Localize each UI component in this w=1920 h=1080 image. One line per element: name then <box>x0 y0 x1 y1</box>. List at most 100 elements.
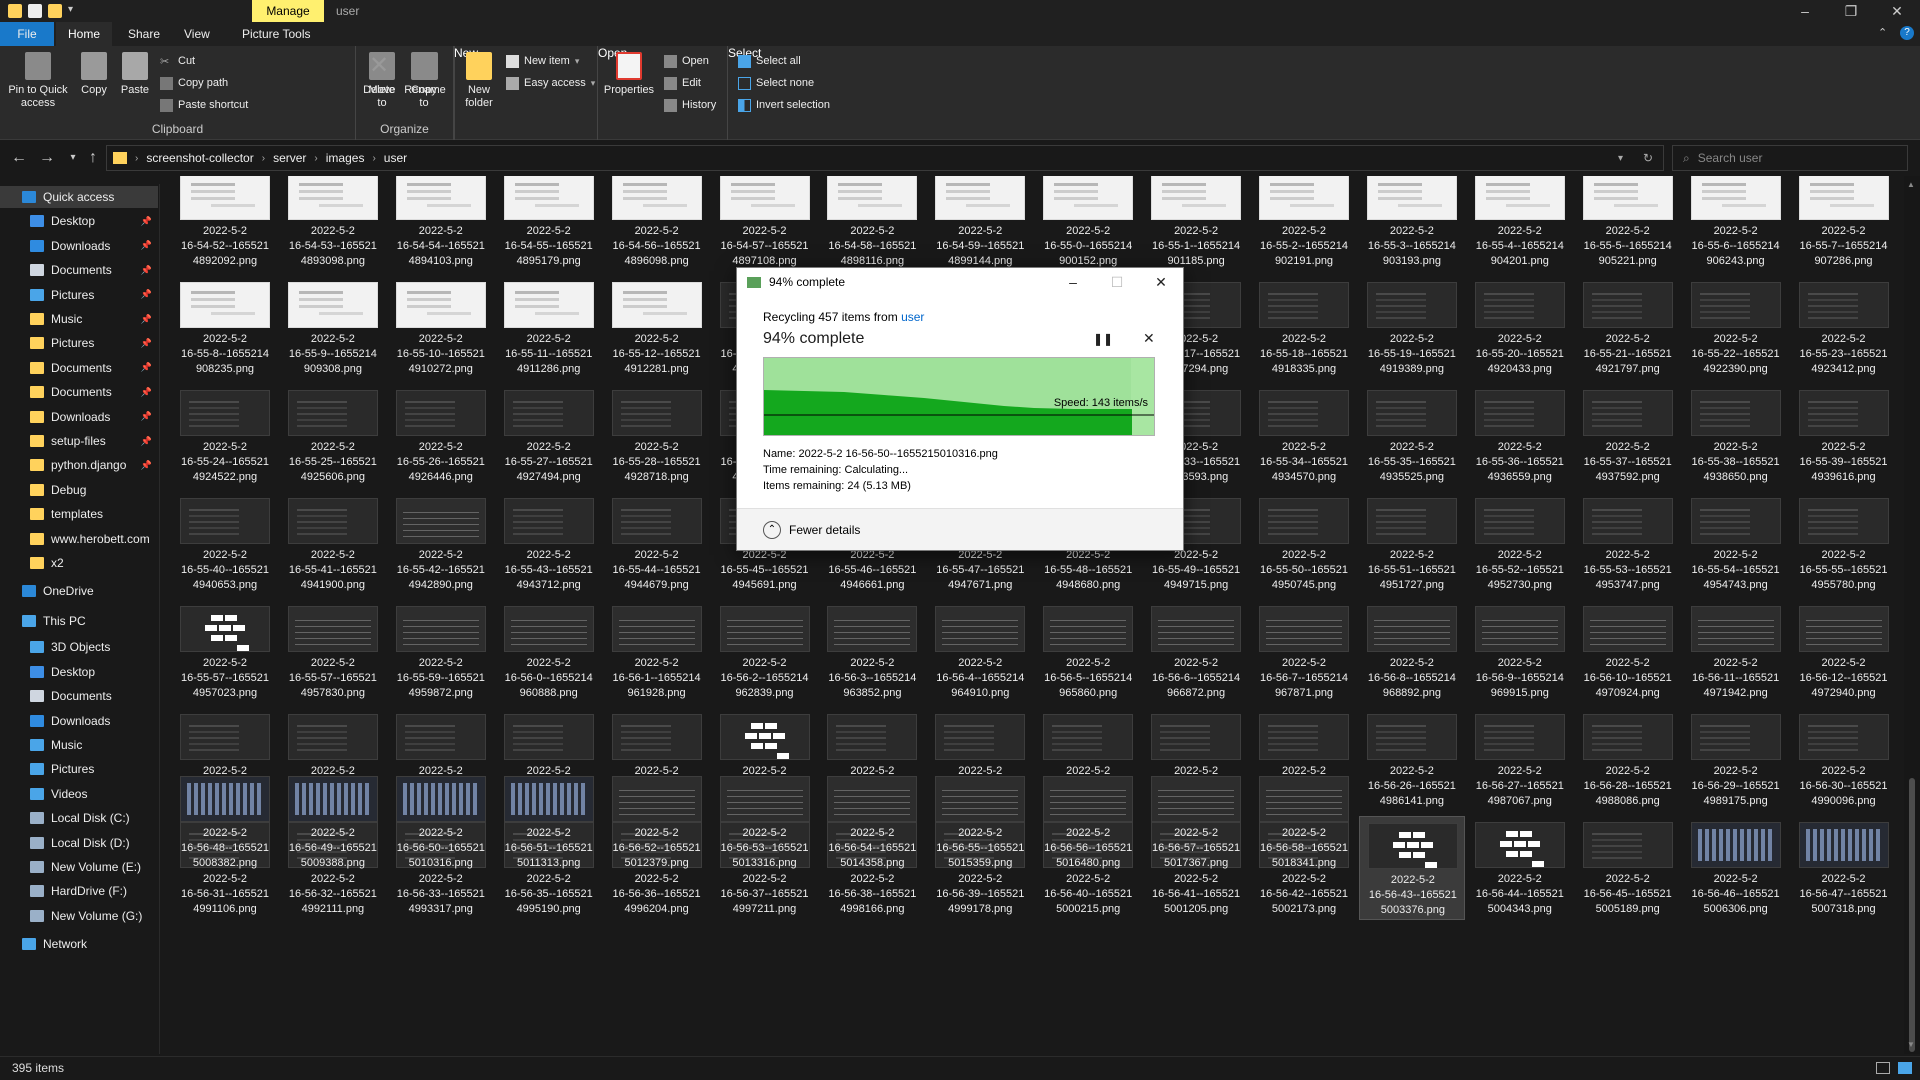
close-button[interactable]: ✕ <box>1874 0 1920 22</box>
file-item[interactable]: 2022-5-2 16-56-52--165521 5012379.png <box>604 770 710 874</box>
pin-icon[interactable]: 📌 <box>141 240 152 251</box>
nav-item[interactable]: setup-files 📌 <box>0 430 158 452</box>
nav-item[interactable]: Documents <box>0 685 158 707</box>
file-item[interactable]: 2022-5-2 16-56-43--165521 5003376.png <box>1358 816 1465 920</box>
nav-item[interactable]: OneDrive <box>0 580 158 602</box>
tab-file[interactable]: File <box>0 22 54 46</box>
file-item[interactable]: 2022-5-2 16-56-57--165521 5017367.png <box>1143 770 1249 874</box>
properties-qa-icon[interactable] <box>28 4 42 18</box>
file-item[interactable]: 2022-5-2 16-55-50--165521 4950745.png <box>1251 492 1357 596</box>
file-item[interactable]: 2022-5-2 16-56-5--1655214 965860.png <box>1035 600 1141 704</box>
file-item[interactable]: 2022-5-2 16-56-51--165521 5011313.png <box>496 770 602 874</box>
scroll-down-icon[interactable]: ▼ <box>1907 1040 1915 1049</box>
pin-icon[interactable]: 📌 <box>141 338 152 349</box>
nav-item[interactable]: Documents 📌 <box>0 357 158 379</box>
recent-locations-icon[interactable]: ▾ <box>62 148 84 168</box>
nav-item[interactable]: Music <box>0 734 158 756</box>
file-item[interactable]: 2022-5-2 16-54-58--165521 4898116.png <box>819 176 925 272</box>
search-input[interactable]: ⌕ Search user <box>1672 145 1908 171</box>
breadcrumb-screenshot-collector[interactable]: screenshot-collector <box>146 151 253 165</box>
file-item[interactable]: 2022-5-2 16-56-55--165521 5015359.png <box>927 770 1033 874</box>
paste-button[interactable]: Paste <box>116 52 154 97</box>
tab-share[interactable]: Share <box>116 22 172 46</box>
nav-item[interactable]: HardDrive (F:) <box>0 880 158 902</box>
fewer-details-button[interactable]: ⌃ Fewer details <box>737 508 1183 550</box>
file-item[interactable]: 2022-5-2 16-55-20--165521 4920433.png <box>1467 276 1573 380</box>
file-item[interactable]: 2022-5-2 16-56-0--1655214 960888.png <box>496 600 602 704</box>
file-item[interactable]: 2022-5-2 16-55-55--165521 4955780.png <box>1791 492 1897 596</box>
file-item[interactable]: 2022-5-2 16-56-9--1655214 969915.png <box>1467 600 1573 704</box>
file-item[interactable]: 2022-5-2 16-55-9--1655214 909308.png <box>280 276 386 380</box>
file-item[interactable]: 2022-5-2 16-56-48--165521 5008382.png <box>172 770 278 874</box>
nav-item[interactable]: python.django 📌 <box>0 454 158 476</box>
nav-item[interactable]: Pictures <box>0 758 158 780</box>
file-item[interactable]: 2022-5-2 16-55-2--1655214 902191.png <box>1251 176 1357 272</box>
cancel-operation-button[interactable]: ✕ <box>1143 330 1155 347</box>
file-item[interactable]: 2022-5-2 16-56-58--165521 5018341.png <box>1251 770 1357 874</box>
file-item[interactable]: 2022-5-2 16-56-49--165521 5009388.png <box>280 770 386 874</box>
file-item[interactable]: 2022-5-2 16-55-6--1655214 906243.png <box>1683 176 1789 272</box>
file-item[interactable]: 2022-5-2 16-55-54--165521 4954743.png <box>1683 492 1789 596</box>
file-item[interactable]: 2022-5-2 16-54-55--165521 4895179.png <box>496 176 602 272</box>
easy-access-button[interactable]: Easy access ▾ <box>506 74 595 92</box>
pin-icon[interactable]: 📌 <box>141 314 152 325</box>
nav-item[interactable]: x2 <box>0 552 158 574</box>
copy-path-button[interactable]: Copy path <box>160 74 228 92</box>
pin-icon[interactable]: 📌 <box>141 265 152 276</box>
file-item[interactable]: 2022-5-2 16-55-40--165521 4940653.png <box>172 492 278 596</box>
file-item[interactable]: 2022-5-2 16-56-45--165521 5005189.png <box>1575 816 1681 920</box>
delete-button[interactable]: ✕ Delete <box>360 52 398 97</box>
file-item[interactable]: 2022-5-2 16-55-59--165521 4959872.png <box>388 600 494 704</box>
breadcrumb-images[interactable]: images <box>326 151 365 165</box>
file-item[interactable]: 2022-5-2 16-55-52--165521 4952730.png <box>1467 492 1573 596</box>
select-all-button[interactable]: Select all <box>738 52 801 70</box>
file-item[interactable]: 2022-5-2 16-55-57--165521 4957830.png <box>280 600 386 704</box>
file-item[interactable]: 2022-5-2 16-55-4--1655214 904201.png <box>1467 176 1573 272</box>
file-item[interactable]: 2022-5-2 16-56-12--165521 4972940.png <box>1791 600 1897 704</box>
file-item[interactable]: 2022-5-2 16-55-5--1655214 905221.png <box>1575 176 1681 272</box>
pin-icon[interactable]: 📌 <box>141 289 152 300</box>
file-item[interactable]: 2022-5-2 16-56-7--1655214 967871.png <box>1251 600 1357 704</box>
file-item[interactable]: 2022-5-2 16-56-46--165521 5006306.png <box>1683 816 1789 920</box>
address-dropdown-icon[interactable]: ▾ <box>1618 153 1623 164</box>
tab-view[interactable]: View <box>172 22 222 46</box>
file-item[interactable]: 2022-5-2 16-55-23--165521 4923412.png <box>1791 276 1897 380</box>
file-item[interactable]: 2022-5-2 16-54-52--165521 4892092.png <box>172 176 278 272</box>
file-item[interactable]: 2022-5-2 16-55-27--165521 4927494.png <box>496 384 602 488</box>
manage-context-tab[interactable]: Manage <box>252 0 324 22</box>
nav-item[interactable]: www.herobett.com <box>0 528 158 550</box>
file-item[interactable]: 2022-5-2 16-55-43--165521 4943712.png <box>496 492 602 596</box>
file-item[interactable]: 2022-5-2 16-56-44--165521 5004343.png <box>1467 816 1573 920</box>
open-button[interactable]: Open <box>664 52 709 70</box>
file-item[interactable]: 2022-5-2 16-55-24--165521 4924522.png <box>172 384 278 488</box>
breadcrumb-user[interactable]: user <box>384 151 407 165</box>
nav-item[interactable]: Quick access <box>0 186 158 208</box>
invert-selection-button[interactable]: Invert selection <box>738 96 830 114</box>
nav-item[interactable]: 3D Objects <box>0 636 158 658</box>
source-link[interactable]: user <box>901 310 924 324</box>
nav-item[interactable]: Local Disk (D:) <box>0 832 158 854</box>
file-item[interactable]: 2022-5-2 16-55-8--1655214 908235.png <box>172 276 278 380</box>
pin-quick-access-button[interactable]: Pin to Quick access <box>4 52 72 110</box>
file-item[interactable]: 2022-5-2 16-56-54--165521 5014358.png <box>819 770 925 874</box>
file-item[interactable]: 2022-5-2 16-55-7--1655214 907286.png <box>1791 176 1897 272</box>
file-item[interactable]: 2022-5-2 16-55-42--165521 4942890.png <box>388 492 494 596</box>
file-item[interactable]: 2022-5-2 16-55-53--165521 4953747.png <box>1575 492 1681 596</box>
file-item[interactable]: 2022-5-2 16-55-39--165521 4939616.png <box>1791 384 1897 488</box>
address-bar[interactable]: › screenshot-collector › server › images… <box>106 145 1664 171</box>
pin-icon[interactable]: 📌 <box>141 460 152 471</box>
file-item[interactable]: 2022-5-2 16-56-29--165521 4989175.png <box>1683 708 1789 812</box>
pin-icon[interactable]: 📌 <box>141 436 152 447</box>
file-item[interactable]: 2022-5-2 16-55-12--165521 4912281.png <box>604 276 710 380</box>
nav-item[interactable]: Desktop <box>0 661 158 683</box>
minimize-button[interactable]: – <box>1782 0 1828 22</box>
file-item[interactable]: 2022-5-2 16-54-59--165521 4899144.png <box>927 176 1033 272</box>
file-item[interactable]: 2022-5-2 16-56-30--165521 4990096.png <box>1791 708 1897 812</box>
scrollbar-thumb[interactable] <box>1909 778 1915 1052</box>
file-item[interactable]: 2022-5-2 16-55-3--1655214 903193.png <box>1359 176 1465 272</box>
qa-dropdown-icon[interactable]: ▾ <box>68 4 78 18</box>
copy-button[interactable]: Copy <box>76 52 112 97</box>
edit-button[interactable]: Edit <box>664 74 701 92</box>
pin-icon[interactable]: 📌 <box>141 362 152 373</box>
file-item[interactable]: 2022-5-2 16-55-0--1655214 900152.png <box>1035 176 1141 272</box>
